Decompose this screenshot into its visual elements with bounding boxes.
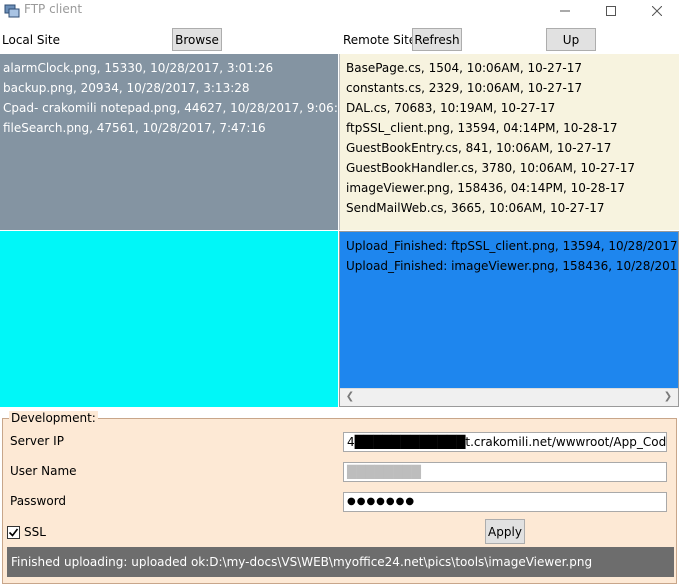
server-ip-label: Server IP	[10, 434, 64, 448]
remote-site-label: Remote Site	[343, 33, 417, 47]
list-item[interactable]: backup.png, 20934, 10/28/2017, 3:13:28	[3, 78, 335, 98]
list-item[interactable]: GuestBookHandler.cs, 3780, 10:06AM, 10-2…	[346, 158, 673, 178]
password-field[interactable]: ●●●●●●●	[343, 492, 667, 512]
checkmark-icon	[8, 528, 19, 537]
scroll-left-icon[interactable]: ❮	[344, 391, 356, 403]
ftp-app-icon	[4, 2, 20, 18]
password-label: Password	[10, 494, 67, 508]
ssl-label: SSL	[24, 525, 46, 539]
group-title: Development:	[9, 411, 98, 425]
close-button[interactable]	[634, 0, 680, 22]
close-icon	[652, 6, 662, 16]
list-item[interactable]: SendMailWeb.cs, 3665, 10:06AM, 10-27-17	[346, 198, 673, 218]
list-item[interactable]: fileSearch.png, 47561, 10/28/2017, 7:47:…	[3, 118, 335, 138]
minimize-button[interactable]	[542, 0, 588, 22]
minimize-icon	[560, 10, 570, 12]
development-settings-group: Development: Server IP 4████████████t.cr…	[2, 411, 677, 584]
list-item[interactable]: constants.cs, 2329, 10:06AM, 10-27-17	[346, 78, 673, 98]
list-item[interactable]: ftpSSL_client.png, 13594, 04:14PM, 10-28…	[346, 118, 673, 138]
local-site-label: Local Site	[2, 33, 60, 47]
list-item[interactable]: Upload_Finished: imageViewer.png, 158436…	[346, 256, 678, 276]
up-button[interactable]: Up	[546, 28, 596, 51]
list-item[interactable]: BasePage.cs, 1504, 10:06AM, 10-27-17	[346, 58, 673, 78]
server-ip-field[interactable]: 4████████████t.crakomili.net/wwwroot/App…	[343, 432, 667, 452]
refresh-button[interactable]: Refresh	[412, 28, 462, 51]
list-item[interactable]: Cpad- crakomili notepad.png, 44627, 10/2…	[3, 98, 338, 118]
status-bar: Finished uploading: uploaded ok:D:\my-do…	[7, 547, 674, 577]
apply-button[interactable]: Apply	[485, 519, 525, 544]
list-item[interactable]: GuestBookEntry.cs, 841, 10:06AM, 10-27-1…	[346, 138, 673, 158]
horizontal-scrollbar[interactable]: ❮ ❯	[340, 388, 678, 406]
list-item[interactable]: Upload_Finished: ftpSSL_client.png, 1359…	[346, 236, 678, 256]
ssl-checkbox[interactable]	[7, 526, 20, 539]
window-title: FTP client	[24, 2, 83, 16]
local-files-list[interactable]: alarmClock.png, 15330, 10/28/2017, 3:01:…	[0, 54, 338, 230]
list-item[interactable]: imageViewer.png, 158436, 04:14PM, 10-28-…	[346, 178, 673, 198]
local-log-list[interactable]	[0, 231, 338, 407]
remote-log-list[interactable]: Upload_Finished: ftpSSL_client.png, 1359…	[339, 231, 679, 407]
scroll-right-icon[interactable]: ❯	[662, 391, 674, 403]
ftp-client-window: FTP client Local Site Browse Remote Site…	[0, 0, 682, 586]
maximize-icon	[606, 6, 616, 16]
title-bar[interactable]: FTP client	[0, 0, 682, 22]
list-item[interactable]: alarmClock.png, 15330, 10/28/2017, 3:01:…	[3, 58, 335, 78]
browse-button[interactable]: Browse	[172, 28, 222, 51]
user-name-field[interactable]: ████████	[343, 462, 667, 482]
remote-files-list[interactable]: BasePage.cs, 1504, 10:06AM, 10-27-17 con…	[339, 54, 679, 230]
list-item[interactable]: DAL.cs, 70683, 10:19AM, 10-27-17	[346, 98, 673, 118]
user-name-label: User Name	[10, 464, 77, 478]
maximize-button[interactable]	[588, 0, 634, 22]
